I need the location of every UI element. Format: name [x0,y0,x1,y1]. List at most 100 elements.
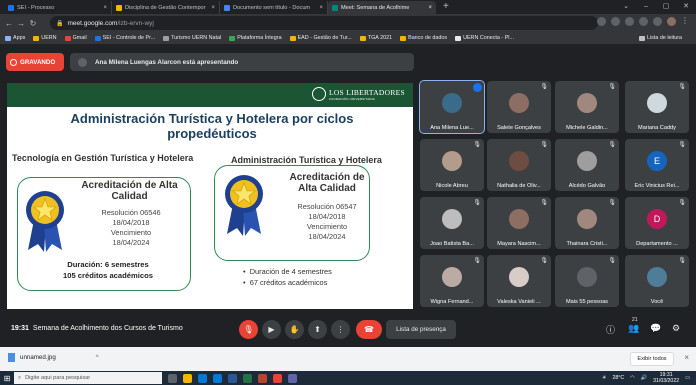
task-view-icon[interactable] [168,373,177,383]
wifi-icon[interactable]: ◠ [630,375,635,381]
right-valid-label: Vencimiento [306,222,348,231]
reload-icon[interactable]: ↻ [27,19,39,28]
right-valid-date: 18/04/2024 [308,232,346,241]
participant-tile[interactable]: 🎙 Joao Batista Ba... [420,197,484,249]
bookmark-integra[interactable]: Plataforma Íntegra [229,35,282,41]
reading-list-icon [638,35,645,41]
tab-disciplina[interactable]: Disciplina de Gestão Contempor × [112,1,220,14]
participant-tile[interactable]: 🎙 Nicole Abreu [420,139,484,191]
present-button[interactable]: ⬆ [308,320,327,339]
edge-icon[interactable] [198,373,207,383]
mic-off-button[interactable]: 🎙 [239,320,258,339]
camera-icon[interactable] [597,17,606,26]
store-icon[interactable] [213,373,222,383]
volume-icon[interactable]: 🔊 [641,375,647,381]
windows-taskbar: ⊞ ⌕ Digite aqui para pesquisar ☀ 28°C ◠ 🔊… [0,371,696,385]
more-vert-icon: ⋮ [336,325,345,334]
participant-avatar [509,93,529,113]
bookmark-banco[interactable]: Banco de dados [400,35,447,41]
bookmark-uern[interactable]: UERN [33,35,57,41]
more-options-button[interactable]: ⋮ [331,320,350,339]
taskbar-clock[interactable]: 19:31 31/03/2022 [653,372,679,384]
bookmark-sei[interactable]: SEI - Controle de Pr... [94,35,155,41]
extension-icon[interactable] [639,17,648,26]
file-explorer-icon[interactable] [183,373,192,383]
close-downloads-icon[interactable]: × [684,353,689,362]
close-tab-icon[interactable]: × [428,5,432,11]
bookmark-gmail[interactable]: Gmail [64,35,87,41]
left-accreditation-title: Acreditación de Alta Calidad [81,180,178,202]
participant-name: Mais 55 pessoas [566,299,608,305]
star-icon[interactable] [625,17,634,26]
activities-icon[interactable]: ⚙ [672,323,680,334]
participant-tile[interactable]: Ana Milena Lue... [419,80,485,134]
seal-icon [311,87,326,101]
chrome-icon[interactable] [273,373,282,383]
close-window-icon[interactable]: ✕ [676,0,696,14]
extension-icons: ⋮ [597,17,690,26]
back-icon[interactable]: ← [3,19,15,28]
recording-badge[interactable]: GRAVANDO [6,53,64,71]
bookmark-ead[interactable]: EAD - Gestão de Tur... [289,35,352,41]
reading-list[interactable]: Lista de leitura [638,35,682,41]
participant-tile[interactable]: 🎙 Mariana Caddy [625,81,689,133]
close-tab-icon[interactable]: × [103,5,107,11]
presenting-banner: Ana Milena Luengas Alarcon está apresent… [70,53,414,71]
new-tab-button[interactable]: + [443,1,449,12]
puzzle-icon[interactable] [653,17,662,26]
minimize-icon[interactable]: – [636,0,656,14]
bookmark-uern-conecta[interactable]: UERN Conecta - Pl... [455,35,514,41]
globe-icon [163,35,170,41]
bookmark-turismo[interactable]: Turismo UERN Natal [163,35,221,41]
people-icon[interactable]: 👥 [628,323,639,334]
windows-start-icon[interactable]: ⊞ [0,374,14,383]
bookmark-apps[interactable]: Apps [5,35,25,41]
chevron-up-icon[interactable]: ^ [96,354,99,361]
mic-muted-icon: 🎙 [473,258,481,264]
right-credits-bullet: • 67 créditos académicos [243,278,328,287]
tab-search-icon[interactable]: ⌄ [616,0,636,14]
word-icon[interactable] [228,373,237,383]
chat-icon[interactable]: 💬 [650,323,661,334]
mic-muted-icon: 🎙 [540,142,548,148]
close-tab-icon[interactable]: × [319,5,323,11]
info-icon[interactable]: ⓘ [606,323,615,336]
participant-tile[interactable]: 🎙 Valeska Vanieli ... [487,255,551,307]
bookmark-tga[interactable]: TGA 2021 [359,35,392,41]
participant-tile[interactable]: 🎙 Mais 55 pessoas [555,255,619,307]
notification-icon[interactable]: ▭ [685,375,690,381]
raise-hand-button[interactable]: ✋ [285,320,304,339]
show-all-button[interactable]: Exibir todos [630,352,674,366]
participant-tile[interactable]: 🎙 Michele Galdin... [555,81,619,133]
shared-slide: LOS LIBERTADORES FUNDACIÓN UNIVERSITARIA … [7,83,413,309]
menu-dots-icon[interactable]: ⋮ [681,17,690,26]
download-item[interactable]: unnamed.jpg ^ [8,353,99,362]
mic-muted-icon: 🎙 [608,142,616,148]
attendance-list-button[interactable]: Lista de presença [386,320,456,339]
close-tab-icon[interactable]: × [211,5,215,11]
participant-tile[interactable]: D 🎙 Departamento ... [625,197,689,249]
forward-icon[interactable]: → [15,19,27,28]
participant-tile[interactable]: 🎙 Salete Gonçalves [487,81,551,133]
share-icon[interactable] [611,17,620,26]
participant-tile[interactable]: 🎙 Você [625,255,689,307]
tab-documento[interactable]: Documento sem título - Docum × [220,1,328,14]
tab-meet[interactable]: Meet: Semana de Acolhime × [328,1,436,14]
maximize-icon[interactable]: ▢ [656,0,676,14]
address-bar[interactable]: 🔒 meet.google.com/izb-ervn-wyj [50,16,598,30]
participant-avatar [577,209,597,229]
participant-tile[interactable]: E 🎙 Eric Vinicius Rei... [625,139,689,191]
participant-tile[interactable]: 🎙 Wigna Fernand... [420,255,484,307]
participant-tile[interactable]: 🎙 Thainara Cristi... [555,197,619,249]
participant-tile[interactable]: 🎙 Nathalia de Oliv... [487,139,551,191]
tab-sei-processo[interactable]: SEI - Processo × [4,1,112,14]
participant-tile[interactable]: 🎙 Alcédo Galvão [555,139,619,191]
teams-icon[interactable] [288,373,297,383]
excel-icon[interactable] [243,373,252,383]
profile-avatar-icon[interactable] [667,17,676,26]
camera-button[interactable]: ▶ [262,320,281,339]
taskbar-search[interactable]: ⌕ Digite aqui para pesquisar [14,372,162,384]
leave-call-button[interactable]: ☎ [356,320,382,339]
participant-tile[interactable]: 🎙 Mayara Nascim... [487,197,551,249]
powerpoint-icon[interactable] [258,373,267,383]
